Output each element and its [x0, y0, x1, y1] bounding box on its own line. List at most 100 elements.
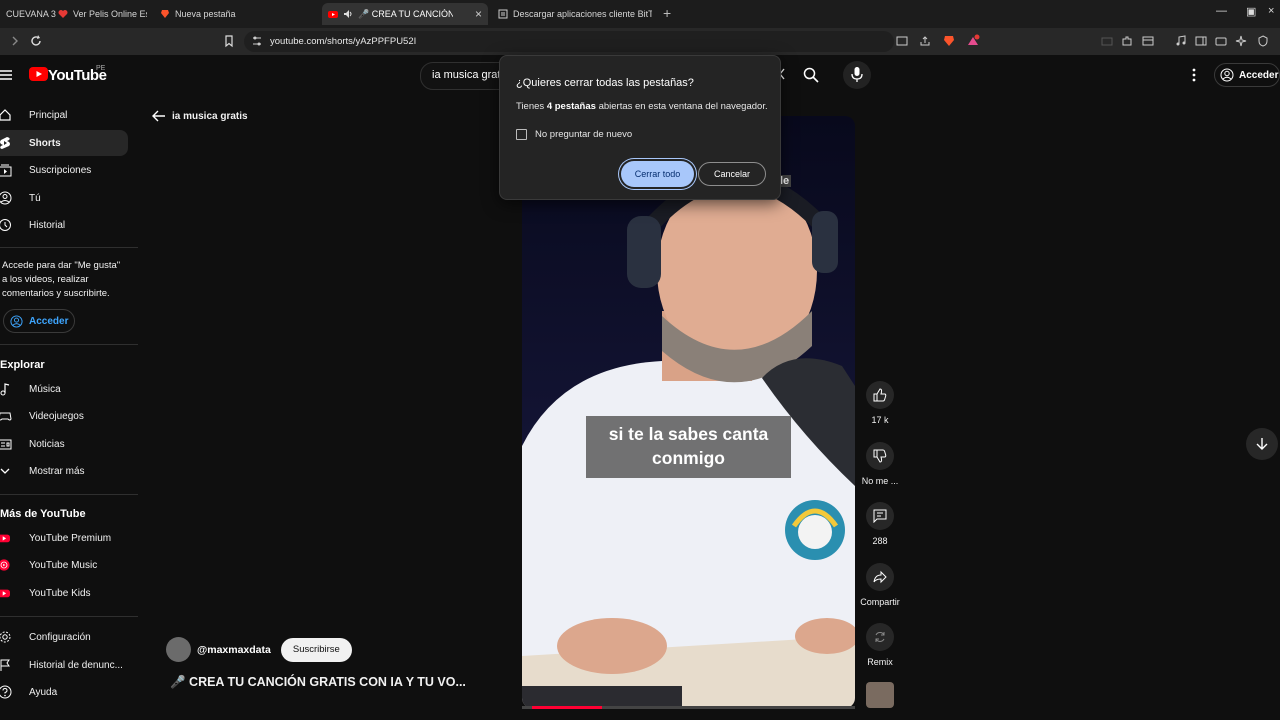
share-page-icon[interactable] — [918, 34, 932, 48]
tab-youtube-active[interactable]: 🎤 CREA TU CANCIÓN GRATI × — [322, 3, 488, 25]
music-note-icon[interactable] — [1174, 34, 1188, 48]
remix-label: Remix — [867, 657, 893, 667]
bookmark-icon[interactable] — [222, 34, 236, 48]
sidebar-item-configuracion[interactable]: Configuración — [0, 624, 128, 650]
sidebar-item-youtube-music[interactable]: YouTube Music — [0, 552, 128, 578]
brave-rewards-icon[interactable] — [966, 34, 980, 48]
sidebar-item-youtube-kids[interactable]: YouTube Kids — [0, 580, 128, 606]
sidebar-item-noticias[interactable]: Noticias — [0, 431, 128, 457]
cancel-button[interactable]: Cancelar — [698, 162, 766, 186]
wallet-icon[interactable] — [1214, 34, 1228, 48]
sidebar-item-suscripciones[interactable]: Suscripciones — [0, 157, 128, 183]
sidebar-item-label: Tú — [29, 192, 41, 204]
vpn-shield-icon[interactable] — [1256, 34, 1270, 48]
sidebar-item-label: YouTube Music — [29, 559, 98, 571]
sidebar-signin-button[interactable]: Acceder — [3, 309, 75, 333]
avatar[interactable] — [166, 637, 191, 662]
tab-close-icon[interactable]: × — [475, 7, 482, 21]
sidebar-item-label: Principal — [29, 109, 68, 121]
close-all-button[interactable]: Cerrar todo — [621, 161, 694, 187]
thumbs-down-icon — [873, 449, 887, 463]
sidebar-toggle-icon[interactable] — [1194, 34, 1208, 48]
youtube-kids-icon — [0, 589, 10, 598]
youtube-logo-icon[interactable] — [29, 67, 48, 81]
media-icon[interactable] — [1141, 34, 1155, 48]
channel-name[interactable]: @maxmaxdata — [197, 644, 271, 656]
tab-bittorrent[interactable]: Descargar aplicaciones cliente BitTorr — [492, 3, 652, 25]
share-button[interactable] — [866, 563, 894, 591]
news-icon — [0, 439, 12, 450]
thumbs-up-icon — [873, 388, 887, 402]
dont-ask-again-label[interactable]: No preguntar de nuevo — [535, 129, 632, 140]
signin-button[interactable]: Acceder — [1214, 63, 1280, 87]
more-options-icon[interactable] — [1192, 68, 1196, 82]
sidebar-item-label: YouTube Premium — [29, 532, 112, 544]
sidebar-item-youtube-premium[interactable]: YouTube Premium — [0, 525, 128, 551]
sidebar-item-label: Noticias — [29, 438, 65, 450]
leo-ai-icon[interactable] — [1234, 34, 1248, 48]
forward-icon[interactable] — [8, 34, 22, 48]
share-arrow-icon — [873, 570, 887, 584]
tab-new-tab[interactable]: Nueva pestaña — [154, 3, 314, 25]
cast-icon[interactable] — [895, 34, 909, 48]
sidebar-item-tu[interactable]: Tú — [0, 185, 128, 211]
dislike-control[interactable]: No me ... — [858, 442, 902, 486]
hamburger-menu-icon[interactable] — [0, 69, 12, 81]
sidebar-item-shorts[interactable]: Shorts — [0, 130, 128, 156]
comments-button[interactable] — [866, 502, 894, 530]
remix-control[interactable]: Remix — [858, 623, 902, 667]
new-tab-button[interactable]: + — [663, 5, 671, 21]
sidebar-item-musica[interactable]: Música — [0, 376, 128, 402]
dont-ask-again-checkbox[interactable] — [516, 129, 527, 140]
minimize-icon[interactable]: — — [1216, 5, 1227, 17]
short-video-player[interactable] — [522, 116, 855, 708]
tab-ver-pelis[interactable]: Ver Pelis Online Estr... — [52, 3, 147, 25]
sidebar-item-label: Ayuda — [29, 686, 58, 698]
comments-control[interactable]: 288 — [858, 502, 902, 546]
sidebar-item-historial-denuncias[interactable]: Historial de denunc... — [0, 652, 128, 678]
sidebar-item-label: Historial de denunc... — [29, 659, 123, 671]
arrow-down-icon — [1256, 438, 1268, 450]
dislike-button[interactable] — [866, 442, 894, 470]
sidebar-divider — [0, 616, 138, 617]
speaker-icon[interactable] — [343, 9, 353, 19]
voice-search-button[interactable] — [843, 61, 871, 89]
signin-label: Acceder — [1239, 69, 1279, 81]
tab-cuevana[interactable]: CUEVANA 3 — [0, 3, 60, 25]
browser-tab-bar: CUEVANA 3 Ver Pelis Online Estr... Nueva… — [0, 0, 1280, 28]
sidebar-show-more[interactable]: Mostrar más — [0, 458, 128, 484]
search-icon[interactable] — [803, 67, 819, 83]
brave-shields-icon[interactable] — [942, 34, 956, 48]
video-title[interactable]: 🎤 CREA TU CANCIÓN GRATIS CON IA Y TU VO.… — [170, 675, 466, 690]
url-text[interactable]: youtube.com/shorts/yAzPPFPU52I — [270, 36, 416, 47]
youtube-premium-icon — [0, 534, 10, 543]
dialog-message: Tienes 4 pestañas abiertas en esta venta… — [516, 101, 768, 112]
arrow-left-icon — [152, 110, 165, 122]
dialog-tab-count: 4 pestañas — [546, 101, 596, 112]
subscribe-button[interactable]: Suscribirse — [280, 637, 352, 662]
wallet-icon[interactable] — [1100, 34, 1114, 48]
sound-thumbnail[interactable] — [866, 682, 894, 708]
site-info-icon[interactable] — [250, 34, 264, 48]
next-short-button[interactable] — [1246, 428, 1278, 460]
reload-icon[interactable] — [29, 34, 43, 48]
like-button[interactable] — [866, 381, 894, 409]
sidebar-item-principal[interactable]: Principal — [0, 102, 128, 128]
sidebar-divider — [0, 344, 138, 345]
comment-icon — [873, 509, 887, 523]
video-progress-fill — [532, 706, 602, 709]
like-control[interactable]: 17 k — [858, 381, 902, 425]
sidebar-item-ayuda[interactable]: Ayuda — [0, 679, 128, 705]
extensions-icon[interactable] — [1120, 34, 1134, 48]
share-control[interactable]: Compartir — [858, 563, 902, 607]
sidebar-item-historial[interactable]: Historial — [0, 212, 128, 238]
maximize-icon[interactable]: ▣ — [1246, 5, 1256, 18]
close-window-icon[interactable]: × — [1268, 5, 1274, 17]
sidebar-item-videojuegos[interactable]: Videojuegos — [0, 403, 128, 429]
history-icon — [0, 219, 11, 231]
browser-toolbar: youtube.com/shorts/yAzPPFPU52I — [0, 28, 1280, 55]
country-code: PE — [96, 65, 106, 72]
video-progress-bar[interactable] — [522, 706, 855, 709]
remix-button[interactable] — [866, 623, 894, 651]
back-to-search-link[interactable]: ia musica gratis — [152, 110, 248, 122]
